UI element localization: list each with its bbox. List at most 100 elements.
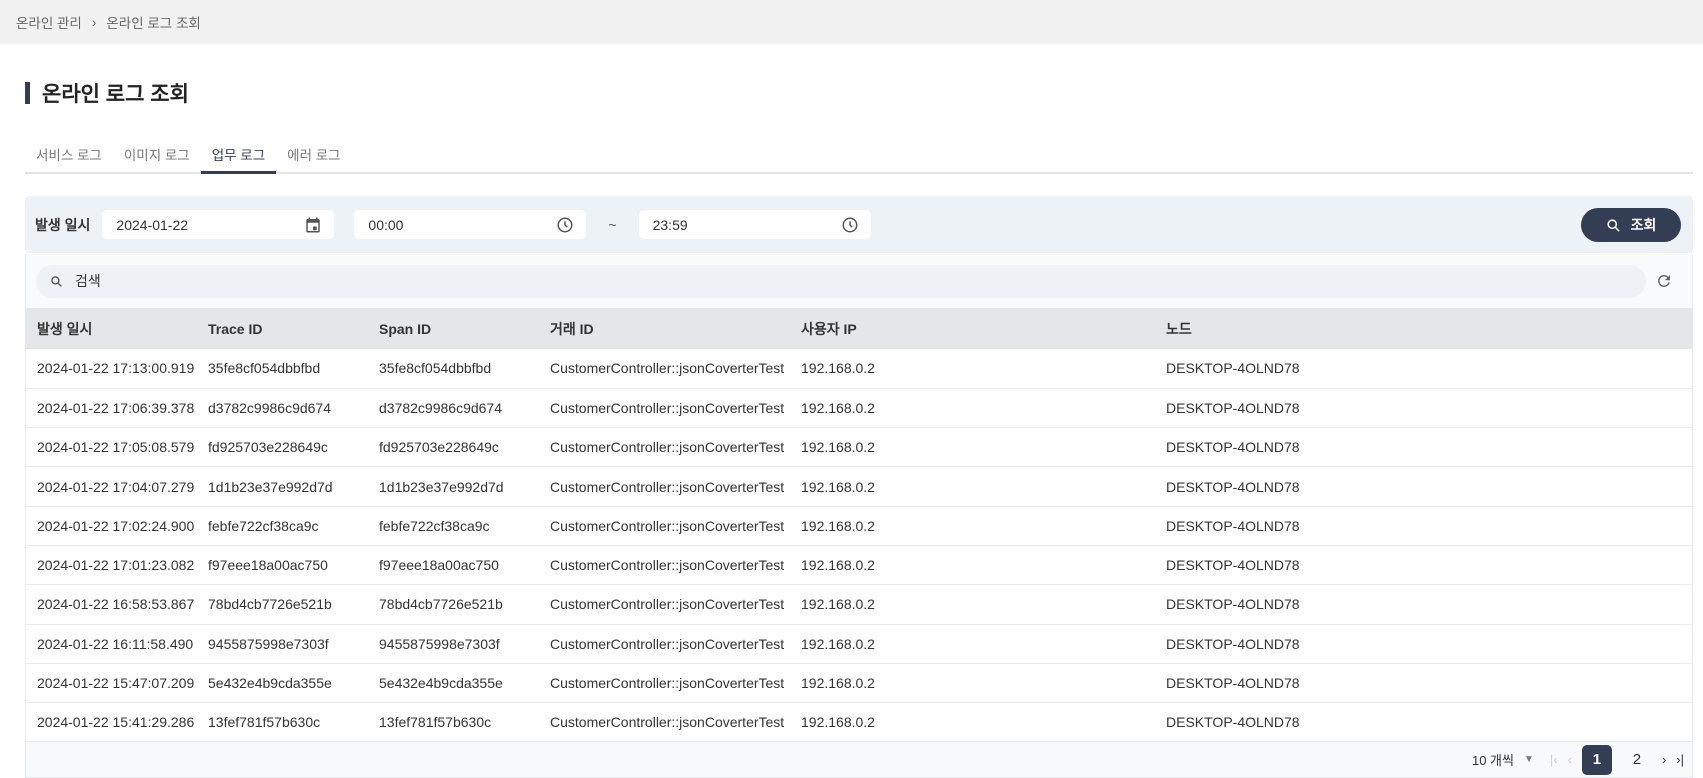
page-size-select[interactable]: 10 개씩 bbox=[1472, 750, 1514, 769]
clock-icon[interactable] bbox=[556, 216, 574, 234]
table-cell: 1d1b23e37e992d7d bbox=[368, 466, 539, 507]
pagination: 10 개씩 ▼ |‹ ‹ 1 2 › ›| bbox=[26, 741, 1692, 777]
table-row[interactable]: 2024-01-22 17:02:24.900 febfe722cf38ca9c f… bbox=[26, 506, 1692, 546]
refresh-icon[interactable] bbox=[1655, 272, 1673, 290]
table-cell: CustomerController::jsonCoverterTest bbox=[539, 702, 790, 743]
table-cell: 2024-01-22 15:47:07.209 bbox=[26, 663, 197, 704]
table-cell: CustomerController::jsonCoverterTest bbox=[539, 427, 790, 468]
table-cell: DESKTOP-4OLND78 bbox=[1155, 427, 1692, 468]
table-cell: DESKTOP-4OLND78 bbox=[1155, 584, 1692, 625]
prev-page-icon[interactable]: ‹ bbox=[1568, 752, 1572, 767]
table-cell: 192.168.0.2 bbox=[790, 466, 1155, 507]
table-cell: 9455875998e7303f bbox=[368, 624, 539, 664]
table-cell: CustomerController::jsonCoverterTest bbox=[539, 466, 790, 507]
table-row[interactable]: 2024-01-22 15:41:29.286 13fef781f57b630c 1… bbox=[26, 702, 1692, 743]
table-row[interactable]: 2024-01-22 17:06:39.378 d3782c9986c9d674 d… bbox=[26, 388, 1692, 429]
table-cell: 5e432e4b9cda355e bbox=[368, 663, 539, 704]
tab-image-log[interactable]: 이미지 로그 bbox=[113, 142, 201, 172]
table-cell: DESKTOP-4OLND78 bbox=[1155, 466, 1692, 507]
range-separator: ~ bbox=[608, 216, 617, 233]
table-cell: DESKTOP-4OLND78 bbox=[1155, 545, 1692, 586]
filter-panel: 발생 일시 2024-01-22 00:00 ~ 23:59 조회 bbox=[25, 196, 1693, 253]
table-cell: 13fef781f57b630c bbox=[197, 702, 368, 743]
table-cell: DESKTOP-4OLND78 bbox=[1155, 624, 1692, 664]
table-cell: DESKTOP-4OLND78 bbox=[1155, 506, 1692, 546]
table-cell: 192.168.0.2 bbox=[790, 427, 1155, 468]
column-header[interactable]: 발생 일시 bbox=[26, 308, 197, 349]
calendar-icon[interactable] bbox=[304, 216, 322, 234]
table-row[interactable]: 2024-01-22 16:58:53.867 78bd4cb7726e521b 7… bbox=[26, 584, 1692, 625]
time-from-input[interactable]: 00:00 bbox=[354, 210, 587, 239]
date-value: 2024-01-22 bbox=[116, 216, 189, 233]
table-cell: d3782c9986c9d674 bbox=[197, 388, 368, 429]
column-header[interactable]: Span ID bbox=[368, 308, 539, 349]
column-header[interactable]: 사용자 IP bbox=[790, 308, 1155, 349]
table-cell: 2024-01-22 16:58:53.867 bbox=[26, 584, 197, 625]
page-title: 온라인 로그 조회 bbox=[25, 78, 189, 108]
clock-icon[interactable] bbox=[841, 216, 859, 234]
table-cell: CustomerController::jsonCoverterTest bbox=[539, 506, 790, 546]
table-cell: febfe722cf38ca9c bbox=[368, 506, 539, 546]
table-cell: 9455875998e7303f bbox=[197, 624, 368, 664]
log-grid: 검색 발생 일시 Trace ID Span ID 거래 ID 사용자 IP 노드 202… bbox=[25, 254, 1693, 778]
first-page-icon[interactable]: |‹ bbox=[1550, 752, 1558, 767]
date-label: 발생 일시 bbox=[35, 216, 91, 233]
page-2-button[interactable]: 2 bbox=[1622, 745, 1652, 775]
table-row[interactable]: 2024-01-22 17:05:08.579 fd925703e228649c f… bbox=[26, 427, 1692, 468]
search-input[interactable]: 검색 bbox=[36, 264, 1646, 298]
table-cell: 2024-01-22 15:41:29.286 bbox=[26, 702, 197, 743]
column-header[interactable]: Trace ID bbox=[197, 308, 368, 349]
date-input[interactable]: 2024-01-22 bbox=[102, 210, 335, 239]
table-cell: 13fef781f57b630c bbox=[368, 702, 539, 743]
table-cell: CustomerController::jsonCoverterTest bbox=[539, 388, 790, 429]
column-header[interactable]: 거래 ID bbox=[539, 308, 790, 349]
table-cell: 78bd4cb7726e521b bbox=[368, 584, 539, 625]
table-row[interactable]: 2024-01-22 16:11:58.490 9455875998e7303f 9… bbox=[26, 624, 1692, 664]
table-cell: 192.168.0.2 bbox=[790, 584, 1155, 625]
table-cell: DESKTOP-4OLND78 bbox=[1155, 663, 1692, 704]
tab-error-log[interactable]: 에러 로그 bbox=[276, 142, 351, 172]
table-cell: d3782c9986c9d674 bbox=[368, 388, 539, 429]
table-cell: 2024-01-22 17:02:24.900 bbox=[26, 506, 197, 546]
table-cell: DESKTOP-4OLND78 bbox=[1155, 702, 1692, 743]
table-row[interactable]: 2024-01-22 17:01:23.082 f97eee18a00ac750 f… bbox=[26, 545, 1692, 586]
table-cell: 192.168.0.2 bbox=[790, 702, 1155, 743]
table-cell: 78bd4cb7726e521b bbox=[197, 584, 368, 625]
time-to-input[interactable]: 23:59 bbox=[638, 210, 871, 239]
time-from-value: 00:00 bbox=[368, 216, 404, 233]
table-row[interactable]: 2024-01-22 15:47:07.209 5e432e4b9cda355e 5… bbox=[26, 663, 1692, 704]
breadcrumb-current: 온라인 로그 조회 bbox=[106, 16, 201, 31]
search-button-label: 조회 bbox=[1630, 217, 1657, 233]
column-header[interactable]: 노드 bbox=[1155, 308, 1692, 349]
table-cell: CustomerController::jsonCoverterTest bbox=[539, 349, 790, 389]
breadcrumb-parent[interactable]: 온라인 관리 bbox=[16, 12, 82, 32]
caret-down-icon[interactable]: ▼ bbox=[1524, 754, 1534, 765]
table-row[interactable]: 2024-01-22 17:04:07.279 1d1b23e37e992d7d 1… bbox=[26, 466, 1692, 507]
table-cell: 2024-01-22 17:01:23.082 bbox=[26, 545, 197, 586]
table-cell: 192.168.0.2 bbox=[790, 545, 1155, 586]
table-cell: 35fe8cf054dbbfbd bbox=[368, 349, 539, 389]
table-cell: 192.168.0.2 bbox=[790, 388, 1155, 429]
table-cell: f97eee18a00ac750 bbox=[368, 545, 539, 586]
table-row[interactable]: 2024-01-22 17:13:00.919 35fe8cf054dbbfbd 3… bbox=[26, 349, 1692, 389]
last-page-icon[interactable]: ›| bbox=[1676, 752, 1684, 767]
table-cell: 5e432e4b9cda355e bbox=[197, 663, 368, 704]
table-cell: CustomerController::jsonCoverterTest bbox=[539, 663, 790, 704]
table-cell: fd925703e228649c bbox=[368, 427, 539, 468]
table-cell: CustomerController::jsonCoverterTest bbox=[539, 545, 790, 586]
tab-business-log[interactable]: 업무 로그 bbox=[200, 142, 277, 174]
table-cell: 2024-01-22 17:13:00.919 bbox=[26, 349, 197, 389]
next-page-icon[interactable]: › bbox=[1662, 752, 1666, 767]
table-cell: 2024-01-22 17:05:08.579 bbox=[26, 427, 197, 468]
table-cell: 1d1b23e37e992d7d bbox=[197, 466, 368, 507]
search-icon bbox=[1607, 218, 1620, 232]
search-placeholder: 검색 bbox=[75, 273, 101, 289]
search-icon bbox=[51, 275, 62, 287]
page-1-button[interactable]: 1 bbox=[1581, 744, 1612, 775]
table-cell: 192.168.0.2 bbox=[790, 349, 1155, 389]
tab-service-log[interactable]: 서비스 로그 bbox=[25, 142, 113, 172]
search-button[interactable]: 조회 bbox=[1581, 208, 1681, 242]
table-cell: 2024-01-22 16:11:58.490 bbox=[26, 624, 197, 664]
chevron-right-icon: › bbox=[91, 14, 97, 30]
table-cell: 35fe8cf054dbbfbd bbox=[197, 349, 368, 389]
